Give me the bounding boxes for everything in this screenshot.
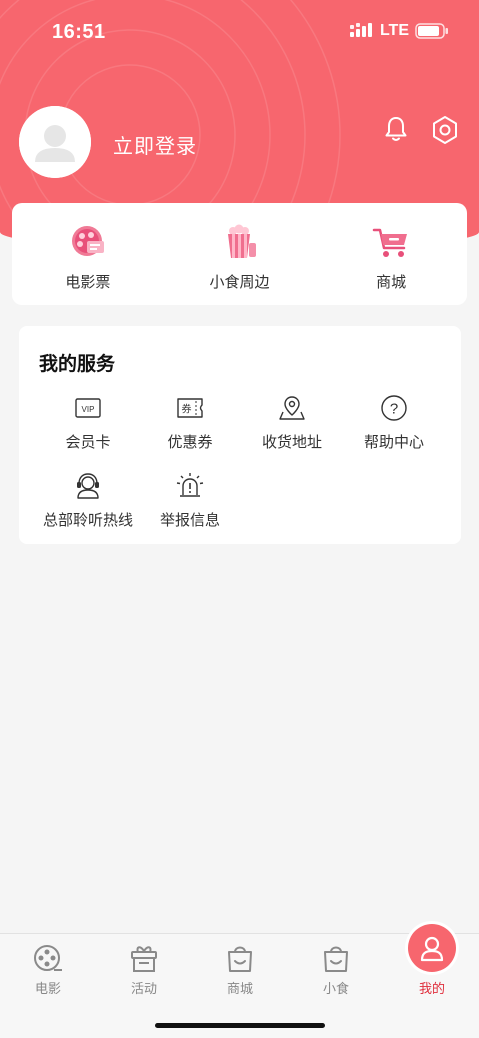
quick-link-label: 电影票 <box>65 274 111 291</box>
tab-label: 商城 <box>226 981 253 996</box>
headset-icon <box>77 473 99 499</box>
quick-link-mall[interactable]: 商城 <box>315 203 467 305</box>
service-label: 会员卡 <box>65 434 111 451</box>
quick-link-snacks[interactable]: 小食周边 <box>164 203 316 305</box>
vip-card-icon: VIP <box>75 398 101 418</box>
home-indicator <box>155 1023 325 1028</box>
user-icon <box>420 936 444 962</box>
service-member-card[interactable]: VIP 会员卡 <box>37 394 139 472</box>
service-label: 优惠券 <box>167 434 213 451</box>
help-icon-text: ? <box>390 401 398 418</box>
service-label: 帮助中心 <box>363 434 424 451</box>
quick-link-label: 小食周边 <box>209 274 270 291</box>
service-label: 举报信息 <box>159 512 220 529</box>
service-hotline[interactable]: 总部聆听热线 <box>37 472 139 550</box>
film-reel-icon <box>34 945 62 971</box>
gear-icon[interactable] <box>430 115 460 145</box>
snack-bag-icon <box>324 946 348 972</box>
gift-icon <box>131 946 157 972</box>
my-services-card: 我的服务 VIP 会员卡 券 优惠券 收货地址 ? 帮助中心 总部聆听热线 举报… <box>19 326 461 544</box>
services-grid: VIP 会员卡 券 优惠券 收货地址 ? 帮助中心 总部聆听热线 举报信息 <box>37 394 445 550</box>
bell-icon[interactable] <box>382 115 410 143</box>
service-label: 总部聆听热线 <box>42 512 133 529</box>
tab-label: 电影 <box>34 981 61 996</box>
tab-mall[interactable]: 商城 <box>192 934 288 1004</box>
login-link[interactable]: 立即登录 <box>113 130 197 159</box>
alarm-icon <box>176 473 204 497</box>
tab-label: 活动 <box>130 981 157 996</box>
tab-movie[interactable]: 电影 <box>0 934 96 1004</box>
quick-link-label: 商城 <box>376 274 407 291</box>
default-avatar-icon <box>19 106 91 178</box>
tab-mine-active-bubble[interactable] <box>408 924 456 972</box>
tab-label: 小食 <box>322 981 349 996</box>
service-coupon[interactable]: 券 优惠券 <box>139 394 241 472</box>
signal-icon <box>349 23 372 37</box>
shopping-cart-icon <box>372 228 408 257</box>
status-indicators: LTE <box>349 22 449 40</box>
service-label: 收货地址 <box>261 434 322 451</box>
help-circle-icon: ? <box>381 395 407 421</box>
tab-label: 我的 <box>418 981 445 996</box>
tab-activity[interactable]: 活动 <box>96 934 192 1004</box>
service-help-center[interactable]: ? 帮助中心 <box>343 394 445 472</box>
battery-icon <box>415 23 448 39</box>
vip-icon-text: VIP <box>82 405 95 414</box>
quick-links-card: 电影票 小食周边 商城 <box>12 203 467 305</box>
network-type: LTE <box>379 22 409 39</box>
avatar[interactable] <box>19 106 91 178</box>
film-ticket-icon <box>71 226 104 256</box>
location-pin-icon <box>279 396 305 420</box>
coupon-icon: 券 <box>177 398 203 418</box>
service-report[interactable]: 举报信息 <box>139 472 241 550</box>
tab-snacks[interactable]: 小食 <box>288 934 384 1004</box>
coupon-icon-text: 券 <box>182 403 192 416</box>
status-time: 16:51 <box>52 21 106 43</box>
services-title: 我的服务 <box>39 354 116 375</box>
status-bar: 16:51 LTE <box>0 0 479 64</box>
popcorn-icon <box>227 224 256 258</box>
service-address[interactable]: 收货地址 <box>241 394 343 472</box>
quick-link-movie-ticket[interactable]: 电影票 <box>12 203 164 305</box>
shopping-bag-icon <box>228 946 252 972</box>
